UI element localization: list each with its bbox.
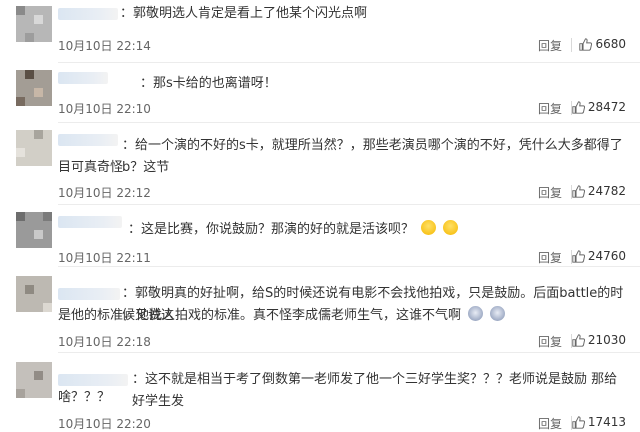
avatar[interactable] [16,362,52,398]
thumbs-up-icon [572,100,585,114]
avatar[interactable] [16,6,52,42]
like-count: 24782 [587,184,626,198]
comment-text-continued: 目可真奇怪 [58,160,124,175]
comment-item: ：这是比赛，你说鼓励？那演的好的就是活该呗？ 10月10日 22:11 回复 2… [0,204,640,266]
comment-item: ：给一个演的不好的s卡，就理所当然？，那些老演员哪个演的不好，凭什么大多都得了b… [0,122,640,204]
username-blurred[interactable] [58,8,118,20]
thumbs-up-icon [579,37,593,51]
avatar[interactable] [16,212,52,248]
avatar[interactable] [16,276,52,312]
reply-button[interactable]: 回复 [538,249,562,266]
thumbs-up-icon [572,415,585,429]
like-button[interactable]: 21030 [572,333,626,347]
username-blurred[interactable] [58,288,120,300]
thumbs-up-icon [572,333,585,347]
avatar[interactable] [16,130,52,166]
username-blurred[interactable] [58,134,118,146]
comment-text-continued: 啥？？？ [58,390,111,405]
like-count: 24760 [587,249,626,263]
comment-text: ：郭敬明选人肯定是看上了他某个闪光点啊 [120,6,368,21]
laughing-tears-emoji [421,220,437,235]
username-blurred[interactable] [58,72,108,84]
like-count: 21030 [587,333,626,347]
comment-time: 10月10日 22:14 [58,39,151,53]
comment-time: 10月10日 22:12 [58,186,151,200]
comment-time: 10月10日 22:20 [58,417,151,431]
avatar[interactable] [16,70,52,106]
reply-button[interactable]: 回复 [538,100,562,117]
comment-item: ：这不就是相当于考了倒数第一老师发了他一个三好学生奖？？？老师说是鼓励 那给好学… [0,352,640,432]
comment-time: 10月10日 22:10 [58,102,151,116]
username-blurred[interactable] [58,374,128,386]
like-count: 28472 [587,100,626,114]
like-button[interactable]: 24782 [572,184,626,198]
like-button[interactable]: 17413 [572,415,626,429]
reply-button[interactable]: 回复 [538,184,562,201]
reply-button[interactable]: 回复 [538,333,562,350]
angry-face-emoji [468,306,484,321]
like-button[interactable]: 28472 [572,100,626,114]
thumbs-up-icon [572,184,585,198]
thumbs-up-icon [572,249,585,263]
like-count: 17413 [587,415,626,429]
comment-text: ：这是比赛，你说鼓励？那演的好的就是活该呗？ [128,219,626,241]
reply-button[interactable]: 回复 [538,415,562,432]
like-count: 6680 [595,37,626,51]
comment-item: ：那s卡给的也离谱呀！ 10月10日 22:10 回复 28472 [0,62,640,122]
comment-time: 10月10日 22:11 [58,251,151,265]
reply-button[interactable]: 回复 [538,37,562,54]
comment-time: 10月10日 22:18 [58,335,151,349]
comment-item: ：郭敬明选人肯定是看上了他某个闪光点啊 10月10日 22:14 回复 6680 [0,0,640,62]
comment-text-continued: 是他的标准，他找人拍戏的标准。真不怪李成儒老师生气，这谁不气啊 [58,305,626,327]
angry-face-emoji [490,306,506,321]
like-button[interactable]: 24760 [572,249,626,263]
comment-text: ：那s卡给的也离谱呀！ [140,76,277,91]
comment-item: ：郭敬明真的好扯啊，给S的时候还说有电影不会找他拍戏，只是鼓励。后面battle… [0,266,640,350]
username-blurred[interactable] [58,216,122,228]
like-button[interactable]: 6680 [579,37,626,51]
laughing-tears-emoji [443,220,459,235]
